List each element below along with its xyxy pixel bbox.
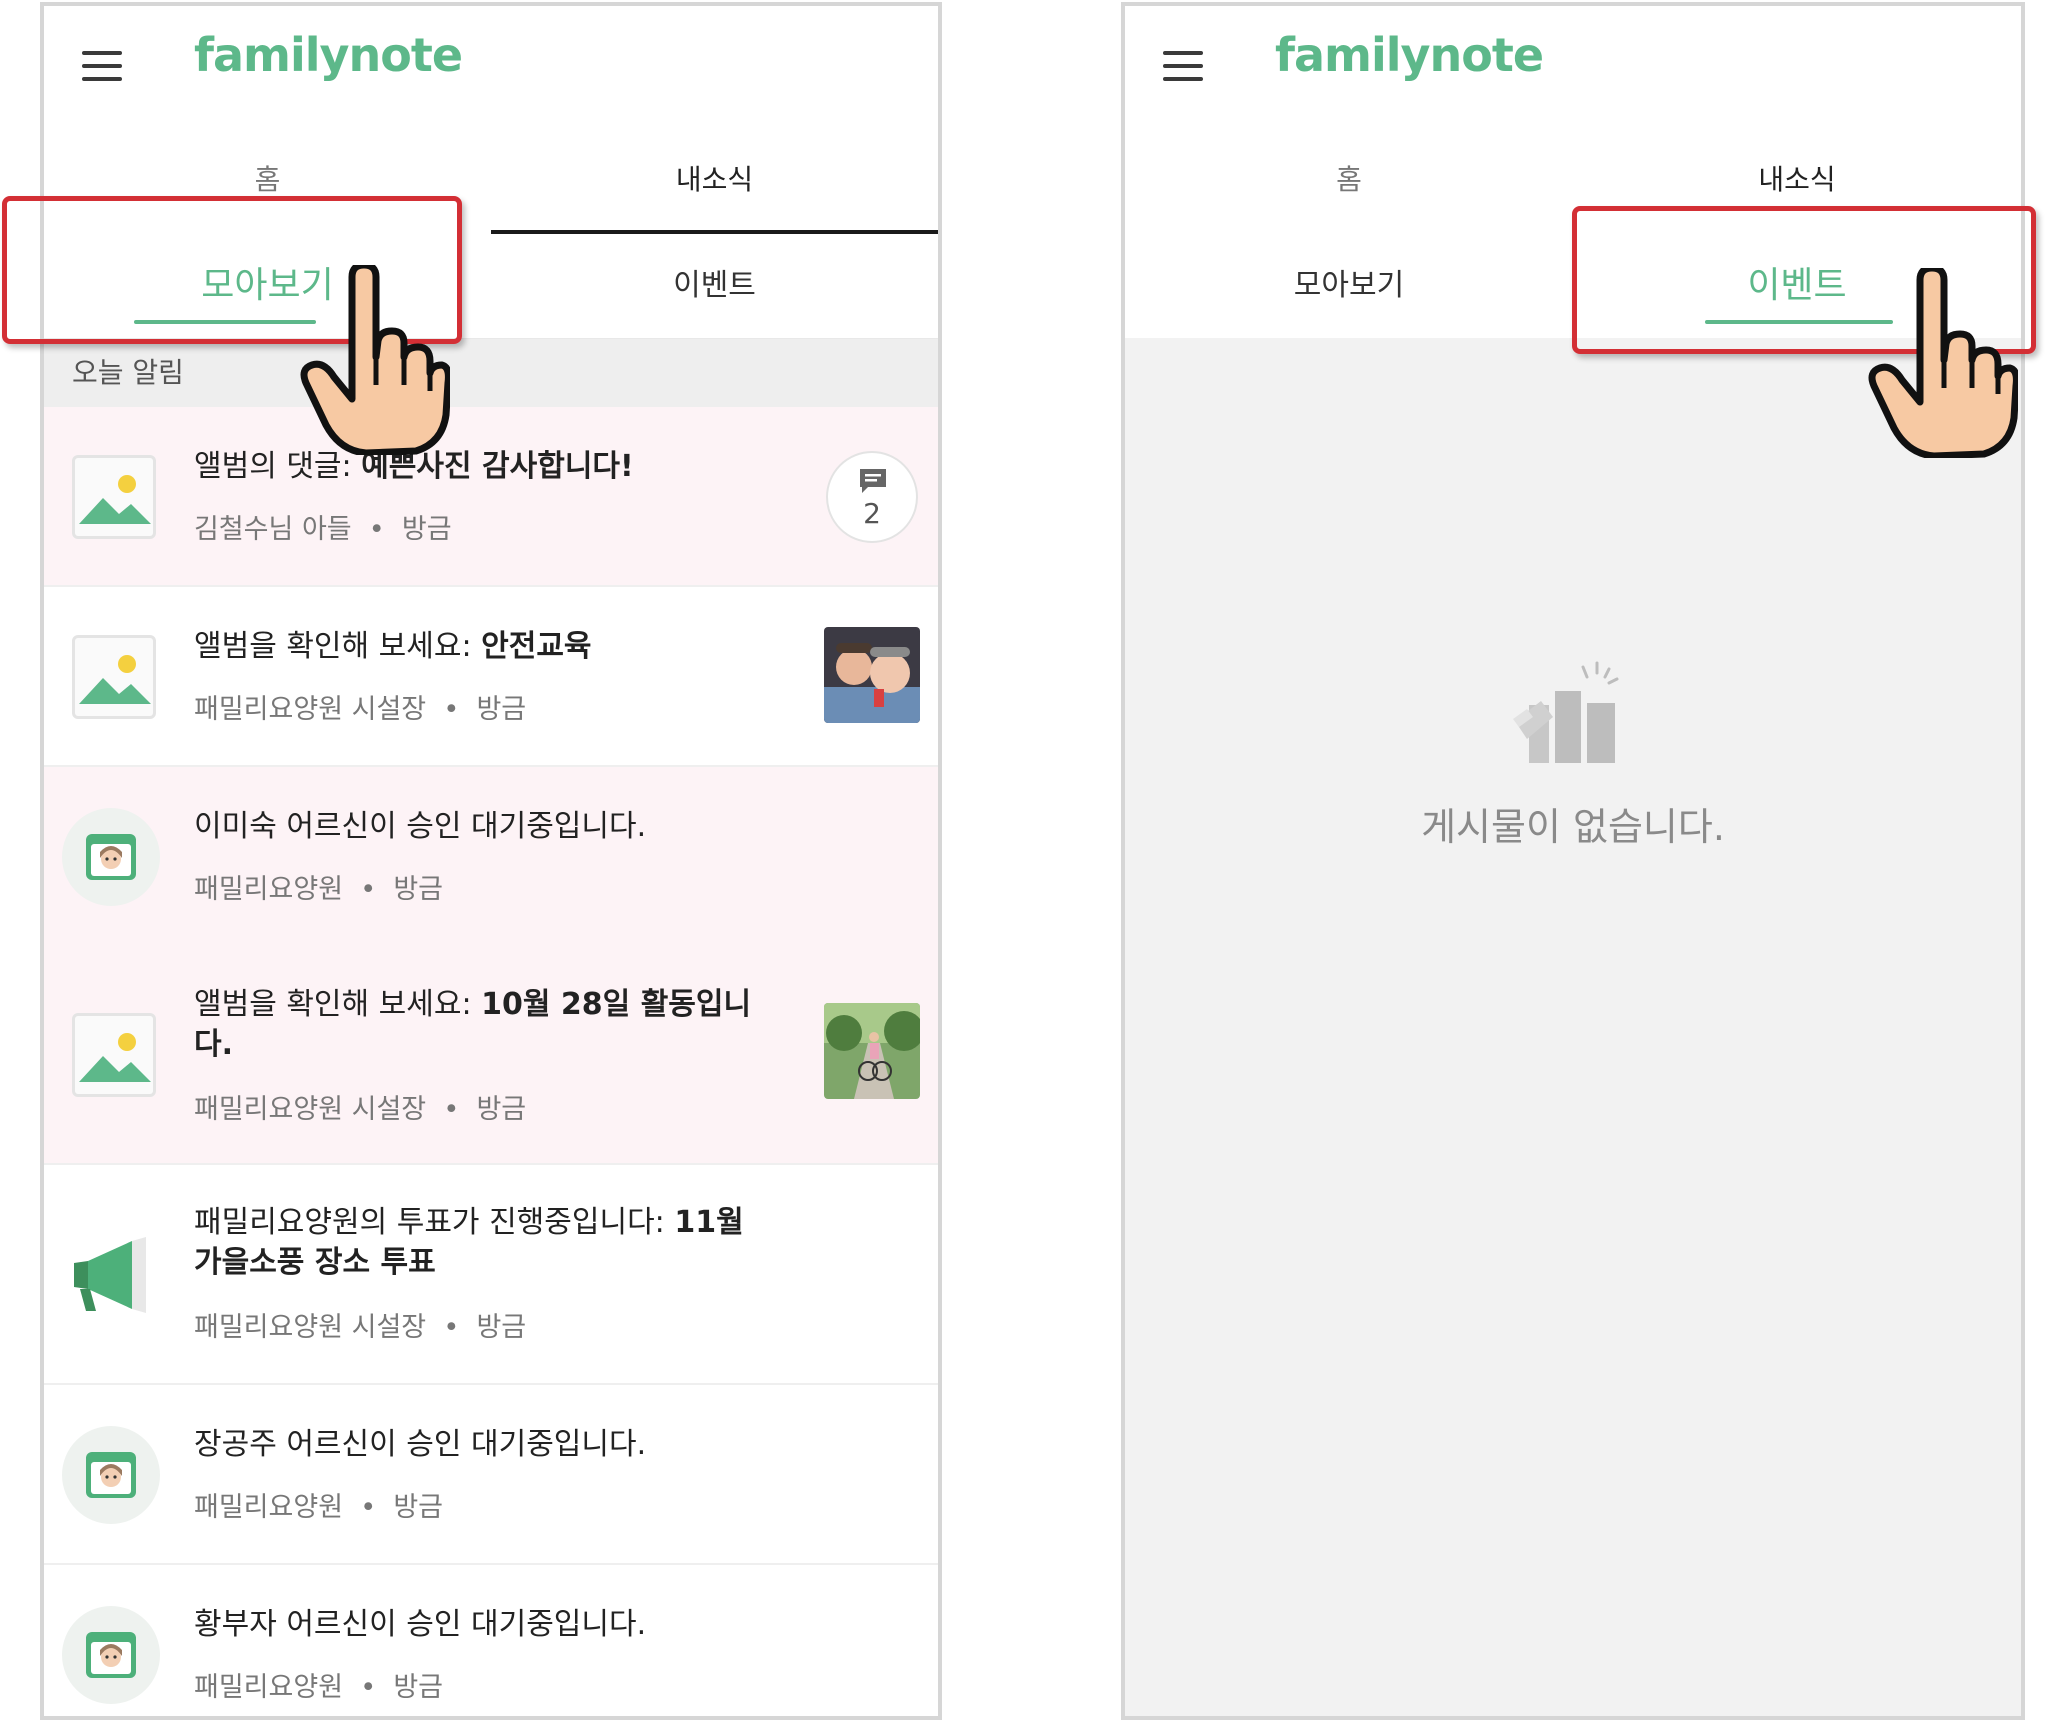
meta-time: 방금: [401, 514, 452, 545]
resident-calendar-icon: [62, 808, 160, 906]
title-text: 장공주 어르신이 승인 대기중입니다.: [194, 1427, 647, 1462]
notification-title: 장공주 어르신이 승인 대기중입니다.: [194, 1425, 778, 1465]
notification-meta: 김철수님 아들 • 방금: [194, 507, 452, 546]
notification-meta: 패밀리요양원 • 방금: [194, 1485, 443, 1524]
image-placeholder-icon: [72, 635, 156, 719]
title-text: 황부자 어르신이 승인 대기중입니다.: [194, 1607, 647, 1642]
meta-author: 패밀리요양원 시설장: [194, 1312, 427, 1343]
tab-home[interactable]: 홈: [1125, 126, 1573, 234]
notification-item[interactable]: 황부자 어르신이 승인 대기중입니다. 패밀리요양원 • 방금: [44, 1565, 938, 1716]
notification-title: 황부자 어르신이 승인 대기중입니다.: [194, 1605, 778, 1645]
title-text: 앨범을 확인해 보세요:: [194, 987, 482, 1022]
image-placeholder-icon: [72, 455, 156, 539]
tab-my-news-label: 내소식: [1758, 163, 1836, 196]
notification-title: 앨범을 확인해 보세요: 10월 28일 활동입니다.: [194, 985, 778, 1065]
meta-author: 패밀리요양원: [194, 1672, 344, 1703]
title-text: 앨범을 확인해 보세요:: [194, 629, 482, 664]
meta-time: 방금: [393, 1492, 444, 1523]
comment-count: 2: [863, 497, 881, 530]
app-logo: familynote: [1275, 28, 1544, 82]
app-bar: familynote: [1125, 6, 2021, 126]
meta-separator: •: [360, 874, 377, 905]
notification-item[interactable]: 이미숙 어르신이 승인 대기중입니다. 패밀리요양원 • 방금: [44, 767, 938, 947]
album-thumbnail[interactable]: [824, 1003, 920, 1099]
resident-calendar-icon: [62, 1426, 160, 1524]
subtab-event[interactable]: 이벤트: [491, 234, 938, 338]
meta-separator: •: [368, 514, 385, 545]
section-header-today: 오늘 알림: [44, 339, 938, 407]
pointing-hand-icon: [300, 265, 450, 455]
notification-item[interactable]: 앨범을 확인해 보세요: 10월 28일 활동입니다. 패밀리요양원 시설장 •…: [44, 947, 938, 1165]
notification-item[interactable]: 앨범을 확인해 보세요: 안전교육 패밀리요양원 시설장 • 방금: [44, 587, 938, 767]
notification-item[interactable]: 패밀리요양원의 투표가 진행중입니다: 11월 가을소풍 장소 투표 패밀리요양…: [44, 1165, 938, 1385]
app-logo: familynote: [194, 28, 463, 82]
tab-my-news[interactable]: 내소식: [491, 126, 938, 234]
title-text: 이미숙 어르신이 승인 대기중입니다.: [194, 809, 647, 844]
notification-item[interactable]: 장공주 어르신이 승인 대기중입니다. 패밀리요양원 • 방금: [44, 1385, 938, 1565]
menu-icon[interactable]: [1163, 51, 1203, 81]
meta-time: 방금: [393, 874, 444, 905]
notification-item[interactable]: 앨범의 댓글: 예쁜사진 감사합니다! 김철수님 아들 • 방금 2: [44, 407, 938, 587]
image-placeholder-icon: [72, 1013, 156, 1097]
meta-separator: •: [360, 1672, 377, 1703]
app-bar: familynote: [44, 6, 938, 126]
meta-author: 패밀리요양원 시설장: [194, 1094, 427, 1125]
album-thumbnail[interactable]: [824, 627, 920, 723]
meta-separator: •: [360, 1492, 377, 1523]
notification-meta: 패밀리요양원 시설장 • 방금: [194, 1087, 526, 1126]
notification-title: 패밀리요양원의 투표가 진행중입니다: 11월 가을소풍 장소 투표: [194, 1203, 778, 1283]
meta-author: 패밀리요양원 시설장: [194, 694, 427, 725]
comment-count-badge[interactable]: 2: [826, 451, 918, 543]
meta-separator: •: [443, 1312, 460, 1343]
notification-meta: 패밀리요양원 시설장 • 방금: [194, 687, 526, 726]
empty-message: 게시물이 없습니다.: [1421, 805, 1725, 849]
meta-separator: •: [443, 694, 460, 725]
menu-icon[interactable]: [82, 51, 122, 81]
pointing-hand-icon: [1868, 268, 2018, 458]
meta-time: 방금: [476, 1312, 527, 1343]
gift-box-icon: [1513, 661, 1619, 763]
tab-my-news-label: 내소식: [675, 163, 754, 196]
notification-meta: 패밀리요양원 시설장 • 방금: [194, 1305, 526, 1344]
notification-title: 앨범을 확인해 보세요: 안전교육: [194, 627, 778, 667]
title-bold: 안전교육: [481, 629, 592, 664]
megaphone-icon: [66, 1227, 162, 1323]
meta-author: 패밀리요양원: [194, 874, 344, 905]
notification-meta: 패밀리요양원 • 방금: [194, 1665, 443, 1704]
meta-time: 방금: [476, 1094, 527, 1125]
notification-meta: 패밀리요양원 • 방금: [194, 867, 443, 906]
meta-time: 방금: [393, 1672, 444, 1703]
subtab-collection[interactable]: 모아보기: [1125, 234, 1573, 338]
comment-icon: [860, 469, 886, 493]
notification-title: 이미숙 어르신이 승인 대기중입니다.: [194, 807, 778, 847]
meta-author: 김철수님 아들: [194, 514, 352, 545]
resident-calendar-icon: [62, 1606, 160, 1704]
title-text: 패밀리요양원의 투표가 진행중입니다:: [194, 1205, 675, 1240]
meta-author: 패밀리요양원: [194, 1492, 344, 1523]
empty-state: [1125, 338, 2021, 1716]
notification-title: 앨범의 댓글: 예쁜사진 감사합니다!: [194, 447, 778, 487]
meta-separator: •: [443, 1094, 460, 1125]
meta-time: 방금: [476, 694, 527, 725]
